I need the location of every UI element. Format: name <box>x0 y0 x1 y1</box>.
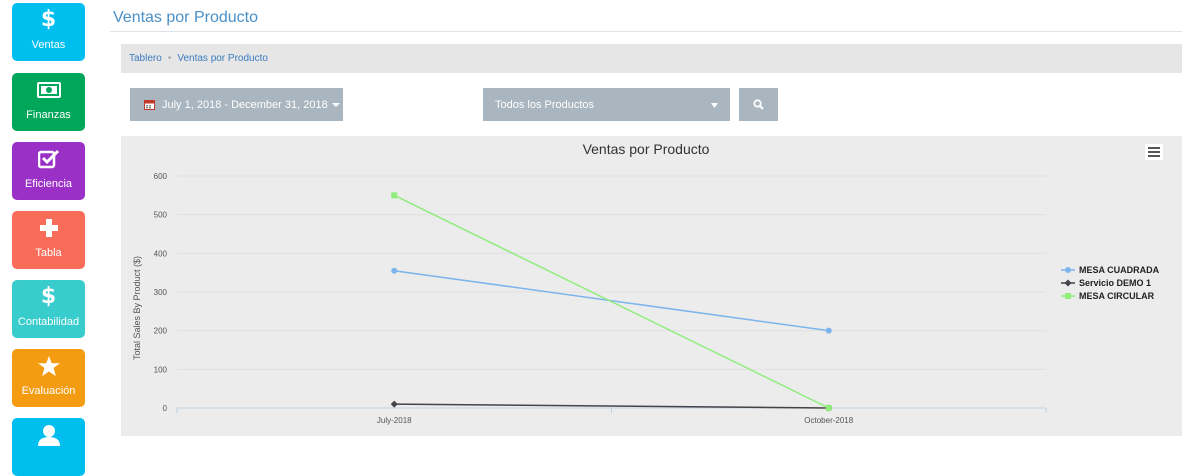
star-icon <box>12 355 85 377</box>
legend-marker[interactable] <box>1064 279 1072 287</box>
series-line <box>393 194 830 409</box>
series-line <box>394 269 829 332</box>
y-tick-label: 100 <box>154 365 168 374</box>
legend-marker[interactable] <box>1065 293 1071 299</box>
sidebar: $ Ventas Finanzas Eficiencia Tabla $ Con… <box>0 0 97 476</box>
chart-title: Ventas por Producto <box>583 141 710 157</box>
dollar-icon: $ <box>40 7 57 32</box>
x-tick-label: October-2018 <box>804 416 853 425</box>
search-icon <box>753 99 764 110</box>
legend-item[interactable]: MESA CIRCULAR <box>1061 291 1155 301</box>
title-divider <box>110 31 1182 32</box>
sidebar-item-ventas[interactable]: $ Ventas <box>12 3 85 61</box>
date-range-value: July 1, 2018 - December 31, 2018 <box>162 98 328 111</box>
sidebar-item-evaluacion[interactable]: Evaluación <box>12 349 85 407</box>
series-line <box>394 403 829 409</box>
page-title: Ventas por Producto <box>113 9 258 26</box>
x-tick-label: July-2018 <box>377 416 412 425</box>
search-button[interactable] <box>739 88 778 121</box>
y-tick-label: 200 <box>154 327 168 336</box>
product-select-value: Todos los Productos <box>495 98 595 111</box>
breadcrumb-separator: • <box>167 53 172 64</box>
chevron-down-icon <box>711 103 718 108</box>
calendar-icon <box>144 100 155 110</box>
sidebar-item-label: Finanzas <box>26 109 71 121</box>
y-axis-label: Total Sales By Product ($) <box>132 256 142 360</box>
sidebar-item-label: Eficiencia <box>24 178 73 190</box>
line-chart: Ventas por Producto Total Sales By Produ… <box>132 141 1160 425</box>
sidebar-item-label: Contabilidad <box>17 316 80 328</box>
chart-panel: Ventas por Producto Total Sales By Produ… <box>121 136 1182 436</box>
data-point[interactable] <box>825 405 832 411</box>
y-tick-label: 300 <box>154 288 168 297</box>
legend-label: MESA CUADRADA <box>1079 265 1160 275</box>
sidebar-item-label: Tabla <box>35 247 62 259</box>
date-range-button[interactable]: July 1, 2018 - December 31, 2018 <box>130 88 343 121</box>
y-tick-label: 0 <box>163 404 168 413</box>
plus-icon <box>12 217 85 239</box>
series-mesa-circular <box>391 192 832 411</box>
sidebar-item-label: Evaluación <box>21 385 76 397</box>
breadcrumb: Tablero • Ventas por Producto <box>121 44 1182 73</box>
breadcrumb-current: Ventas por Producto <box>177 53 268 64</box>
data-point[interactable] <box>391 192 398 199</box>
sidebar-item-contabilidad[interactable]: $ Contabilidad <box>12 280 85 338</box>
product-select[interactable]: Todos los Productos <box>483 88 730 121</box>
breadcrumb-home-link[interactable]: Tablero <box>129 53 162 64</box>
sidebar-item-finanzas[interactable]: Finanzas <box>12 73 85 131</box>
legend-item[interactable]: Servicio DEMO 1 <box>1061 278 1151 288</box>
legend-item[interactable]: MESA CUADRADA <box>1061 265 1160 275</box>
sidebar-item-usuario[interactable] <box>12 418 85 476</box>
sidebar-item-tabla[interactable]: Tabla <box>12 211 85 269</box>
menu-icon <box>1148 147 1160 149</box>
data-point[interactable] <box>825 327 832 334</box>
sidebar-item-label: Ventas <box>31 39 66 51</box>
legend-marker[interactable] <box>1065 267 1071 273</box>
y-tick-label: 400 <box>154 249 168 258</box>
chart-menu-button[interactable] <box>1145 144 1163 160</box>
sidebar-item-eficiencia[interactable]: Eficiencia <box>12 142 85 200</box>
data-point[interactable] <box>390 400 398 408</box>
series-mesa-cuadrada <box>391 267 832 334</box>
user-icon <box>12 424 85 446</box>
money-bill-icon <box>12 79 85 101</box>
y-tick-label: 500 <box>154 211 168 220</box>
legend-label: MESA CIRCULAR <box>1079 291 1155 301</box>
y-tick-label: 600 <box>154 172 168 181</box>
checkbox-icon <box>12 148 85 170</box>
legend-label: Servicio DEMO 1 <box>1079 278 1151 288</box>
dollar-icon: $ <box>40 284 57 309</box>
data-point[interactable] <box>391 267 398 274</box>
caret-down-icon <box>331 102 340 107</box>
